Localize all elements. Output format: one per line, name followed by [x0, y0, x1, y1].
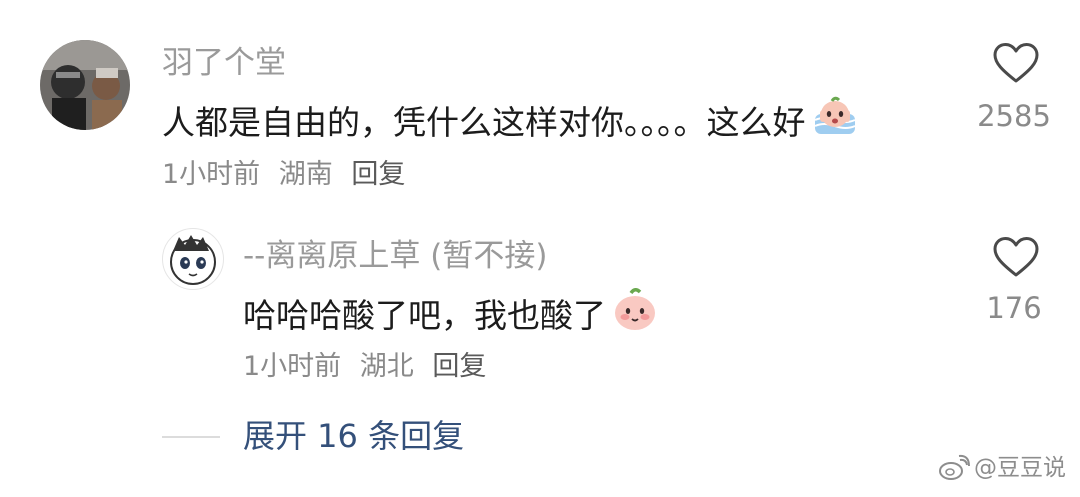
crying-peach-emoji [812, 96, 858, 149]
watermark-text: @豆豆说 [974, 455, 1066, 481]
comment-reply-button[interactable]: 回复 [351, 159, 405, 190]
avatar-photo [40, 40, 130, 130]
weibo-icon [939, 454, 970, 480]
expand-replies-link[interactable]: 展开 16 条回复 [243, 415, 464, 457]
reply-location: 湖北 [359, 351, 414, 382]
watermark: @豆豆说 [938, 453, 1066, 483]
reply-username[interactable]: --离离原上草 (暂不接) [243, 236, 547, 276]
reply-like-button[interactable] [992, 236, 1040, 282]
reply-text: 哈哈哈酸了吧，我也酸了 [243, 288, 658, 343]
expand-divider [162, 436, 220, 438]
reply-time: 1小时前 [243, 351, 342, 382]
avatar-cartoon [170, 235, 216, 285]
reply-text-body: 哈哈哈酸了吧，我也酸了 [243, 295, 606, 335]
reply-like-count: 176 [986, 291, 1042, 325]
comment-location: 湖南 [278, 159, 333, 190]
comment-text: 人都是自由的，凭什么这样对你。。。。这么好 [162, 96, 858, 149]
comment-username[interactable]: 羽了个堂 [162, 43, 286, 83]
comment-meta: 1小时前 湖南 回复 [162, 157, 415, 193]
reply-reply-button[interactable]: 回复 [432, 351, 486, 382]
heart-outline-icon [993, 43, 1039, 83]
avatar[interactable] [40, 40, 130, 130]
heart-outline-icon [993, 237, 1039, 277]
comment-text-body: 人都是自由的，凭什么这样对你。。。。这么好 [162, 102, 806, 142]
reply-meta: 1小时前 湖北 回复 [243, 349, 496, 385]
comment-thread: 羽了个堂 人都是自由的，凭什么这样对你。。。。这么好 1小时前 湖南 回复 25… [0, 0, 1080, 497]
comment-like-count: 2585 [977, 99, 1051, 133]
comment-time: 1小时前 [162, 159, 261, 190]
reply-avatar[interactable] [162, 228, 224, 290]
comment-like-button[interactable] [992, 42, 1040, 88]
blushing-peach-emoji [612, 288, 658, 343]
